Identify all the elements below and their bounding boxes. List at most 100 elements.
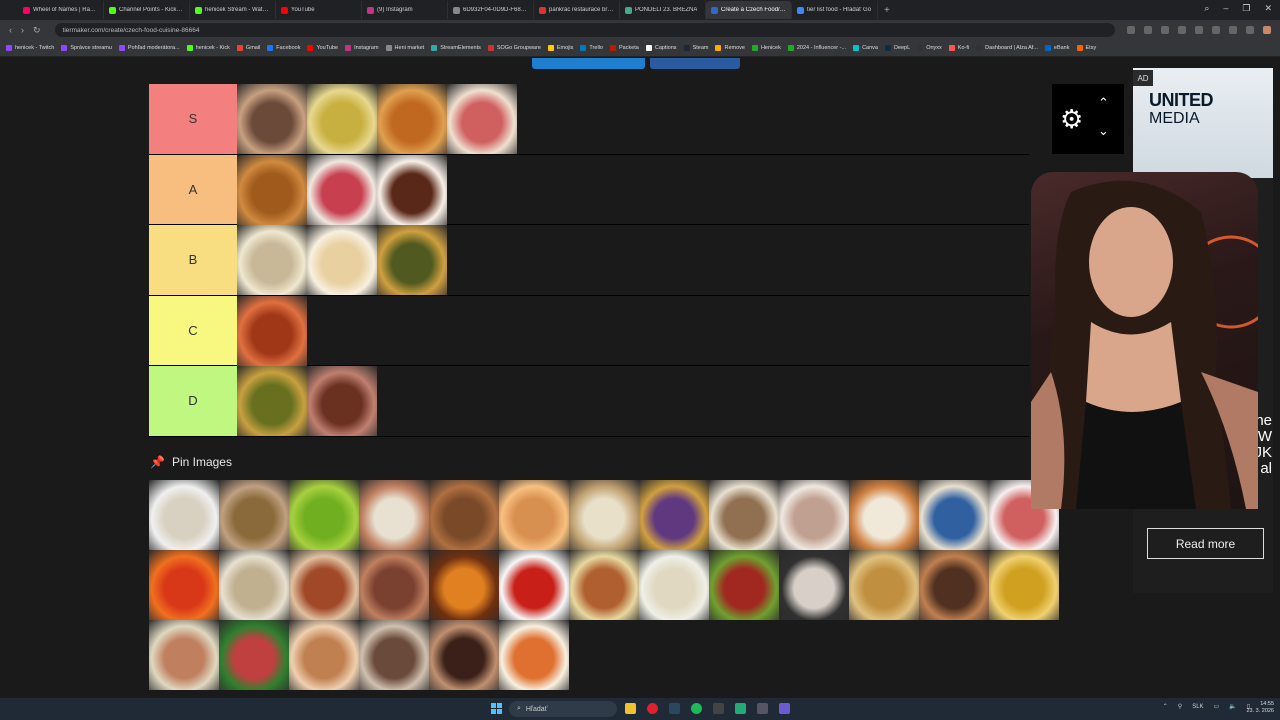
food-image-tile[interactable] [447, 84, 517, 154]
browser-tab[interactable]: henicek Stream - Watch L [190, 1, 276, 19]
pool-food-image-tile[interactable] [499, 480, 569, 550]
bookmark-item[interactable]: Trello [580, 45, 603, 51]
food-image-tile[interactable] [307, 366, 377, 436]
food-image-tile[interactable] [377, 84, 447, 154]
bookmark-item[interactable]: Onyxx [917, 45, 942, 51]
url-field[interactable]: tiermaker.com/create/czech-food-cuisine-… [54, 23, 1115, 37]
food-image-tile[interactable] [237, 84, 307, 154]
pool-food-image-tile[interactable] [289, 480, 359, 550]
bookmark-item[interactable]: YouTube [307, 45, 338, 51]
pool-food-image-tile[interactable] [499, 550, 569, 620]
pool-food-image-tile[interactable] [639, 550, 709, 620]
food-image-tile[interactable] [307, 154, 377, 225]
extension-icon[interactable] [1228, 26, 1237, 34]
browser-tab[interactable]: pankrác restaurace brami [534, 1, 620, 19]
bookmark-item[interactable]: SOGo Groupware [487, 45, 541, 51]
browser-tab[interactable]: PONDĚLÍ 23. BŘEZNA [620, 1, 706, 19]
windows-start-icon[interactable] [491, 703, 502, 714]
app-icon[interactable] [757, 703, 768, 714]
food-image-tile[interactable] [307, 225, 377, 295]
bookmark-item[interactable]: DeepL [884, 45, 910, 51]
opera-browser-icon[interactable] [647, 703, 658, 714]
tier-label[interactable]: A [149, 154, 237, 224]
bookmark-item[interactable]: Správce streamu [61, 45, 112, 51]
save-button-partial[interactable] [532, 58, 645, 69]
bookmark-item[interactable]: Canva [853, 45, 878, 51]
food-image-tile[interactable] [377, 154, 447, 225]
volume-icon[interactable]: 🔈 [1229, 703, 1236, 710]
extension-icon[interactable] [1177, 26, 1186, 34]
extension-icon[interactable] [1245, 26, 1254, 34]
bookmark-item[interactable]: Emojis [547, 45, 573, 51]
pool-food-image-tile[interactable] [499, 620, 569, 690]
tier-label[interactable]: S [149, 84, 237, 154]
bookmark-item[interactable]: eBank [1044, 45, 1070, 51]
app-icon[interactable] [779, 703, 790, 714]
bookmark-item[interactable]: Pohľad moderátora... [118, 45, 180, 51]
bookmark-item[interactable]: 2024 - Influencer -... [787, 45, 846, 51]
pool-food-image-tile[interactable] [429, 550, 499, 620]
bookmark-item[interactable]: Ko-fi [948, 45, 969, 51]
tier-label[interactable]: D [149, 366, 237, 436]
pool-food-image-tile[interactable] [289, 620, 359, 690]
bookmark-item[interactable]: Facebook [267, 45, 300, 51]
pool-food-image-tile[interactable] [359, 550, 429, 620]
tier-label[interactable]: B [149, 225, 237, 295]
file-explorer-icon[interactable] [625, 703, 636, 714]
pool-food-image-tile[interactable] [919, 480, 989, 550]
food-image-tile[interactable] [237, 366, 307, 436]
reload-icon[interactable]: ↻ [33, 25, 41, 36]
app-icon[interactable] [713, 703, 724, 714]
pool-food-image-tile[interactable] [569, 550, 639, 620]
bookmark-item[interactable]: Heni market [385, 45, 424, 51]
pool-food-image-tile[interactable] [359, 620, 429, 690]
bookmark-item[interactable]: Henicek [751, 45, 781, 51]
pool-food-image-tile[interactable] [779, 480, 849, 550]
extension-icon[interactable] [1126, 26, 1135, 34]
extension-icon[interactable] [1160, 26, 1169, 34]
usb-icon[interactable]: ⚲ [1178, 703, 1182, 710]
profile-avatar-icon[interactable] [1262, 26, 1271, 34]
extension-icon[interactable] [1194, 26, 1203, 34]
read-more-button[interactable]: Read more [1147, 528, 1264, 559]
pool-food-image-tile[interactable] [849, 480, 919, 550]
pool-food-image-tile[interactable] [219, 620, 289, 690]
bookmark-item[interactable]: Packeta [609, 45, 639, 51]
pool-food-image-tile[interactable] [359, 480, 429, 550]
browser-tab[interactable]: Channel Points - Kick Das [104, 1, 190, 19]
browser-tab[interactable]: 6D932F04-0D9D-F686-2! [448, 1, 534, 19]
clock[interactable]: 14:55 23. 3. 2026 [1246, 701, 1274, 715]
pool-food-image-tile[interactable] [919, 550, 989, 620]
tier-label[interactable]: C [149, 295, 237, 365]
pool-food-image-tile[interactable] [219, 550, 289, 620]
bookmark-item[interactable]: Steam [683, 45, 708, 51]
pool-food-image-tile[interactable] [429, 620, 499, 690]
app-icon[interactable] [735, 703, 746, 714]
chevron-up-icon[interactable]: ⌃ [1098, 96, 1109, 109]
forward-icon[interactable]: › [21, 25, 24, 35]
steam-icon[interactable] [669, 703, 680, 714]
bookmark-item[interactable]: henicek - Kick [186, 45, 230, 51]
spotify-icon[interactable] [691, 703, 702, 714]
food-image-tile[interactable] [237, 154, 307, 225]
pool-food-image-tile[interactable] [709, 550, 779, 620]
bookmark-item[interactable]: Captions [645, 45, 677, 51]
maximize-icon[interactable]: ❐ [1242, 3, 1250, 14]
browser-tab[interactable]: (9) Instagram [362, 1, 448, 19]
chevron-up-icon[interactable]: ⌃ [1163, 703, 1168, 710]
chevron-down-icon[interactable]: ⌄ [1098, 124, 1109, 137]
browser-tab[interactable]: Create a Czech Food/Cu [706, 1, 792, 19]
food-image-tile[interactable] [237, 225, 307, 295]
bookmark-item[interactable]: henicek - Twitch [6, 45, 54, 51]
pool-food-image-tile[interactable] [639, 480, 709, 550]
taskbar-search[interactable]: ⌕ Hľadať [509, 701, 617, 717]
pool-food-image-tile[interactable] [429, 480, 499, 550]
bookmark-item[interactable]: Etsy [1076, 45, 1096, 51]
pool-food-image-tile[interactable] [149, 620, 219, 690]
bookmark-item[interactable]: Remove [715, 45, 745, 51]
close-icon[interactable]: ✕ [1264, 3, 1272, 14]
language-indicator[interactable]: SLK [1192, 704, 1203, 710]
food-image-tile[interactable] [237, 295, 307, 366]
pool-food-image-tile[interactable] [989, 550, 1059, 620]
gear-icon[interactable]: ⚙ [1060, 106, 1083, 132]
